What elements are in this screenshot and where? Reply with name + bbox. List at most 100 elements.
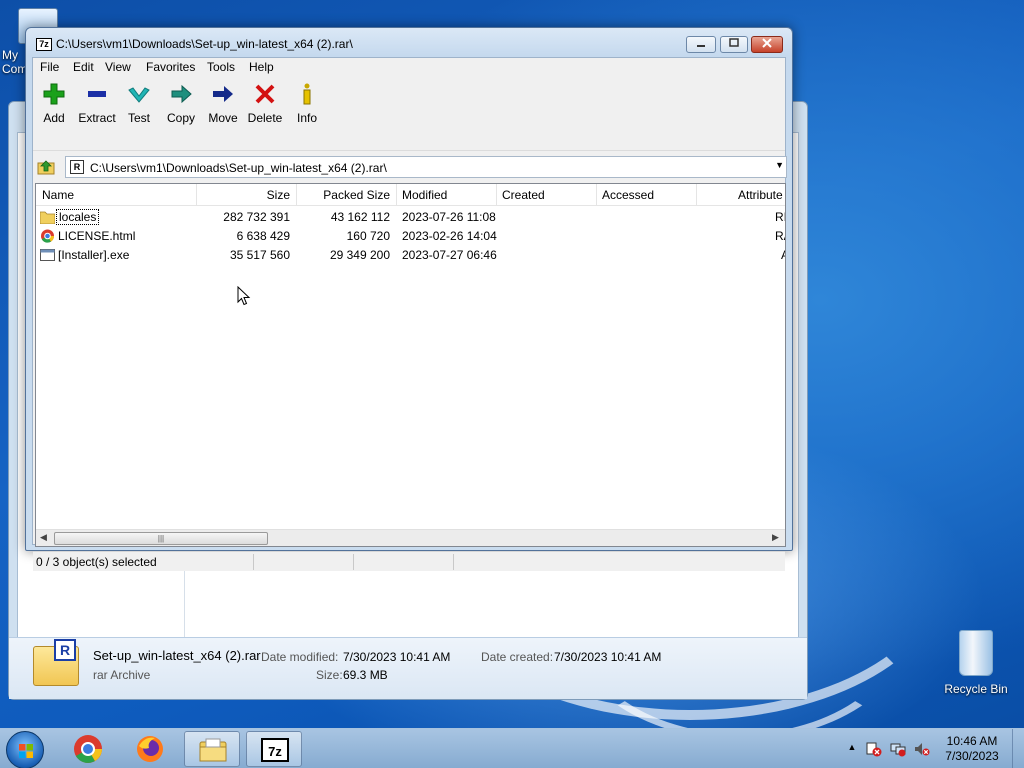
details-file-name: Set-up_win-latest_x64 (2).rar: [93, 648, 261, 663]
file-packed-size: 43 162 112: [330, 210, 390, 224]
svg-text:7z: 7z: [268, 744, 282, 759]
details-date-created: 7/30/2023 10:41 AM: [554, 650, 662, 664]
menu-file[interactable]: File: [40, 60, 59, 74]
rar-archive-icon: R: [33, 639, 79, 686]
extract-label: Extract: [78, 111, 116, 125]
start-button[interactable]: [6, 731, 44, 768]
status-divider: [253, 554, 254, 570]
file-list[interactable]: Name Size Packed Size Modified Created A…: [35, 183, 786, 547]
7zip-app-icon[interactable]: 7z: [36, 38, 52, 51]
horizontal-scrollbar[interactable]: ◀ ||| ▶: [36, 529, 785, 546]
menu-edit[interactable]: Edit: [73, 60, 94, 74]
file-size: 35 517 560: [229, 248, 290, 262]
column-header-created[interactable]: Created: [502, 188, 545, 202]
toolbar: Add Extract Test Copy Move Delete Info: [33, 77, 785, 151]
status-divider: [353, 554, 354, 570]
chrome-icon: [74, 735, 102, 763]
delete-button[interactable]: Delete: [243, 81, 287, 125]
copy-label: Copy: [166, 111, 195, 125]
file-attributes: A: [781, 248, 785, 262]
network-icon[interactable]: [890, 741, 906, 757]
table-row[interactable]: [Installer].exe 35 517 560 29 349 200 20…: [36, 246, 785, 265]
desktop-icon-label: Recycle Bin: [944, 682, 1008, 696]
menu-favorites[interactable]: Favorites: [146, 60, 195, 74]
windows-logo-icon: [19, 744, 33, 758]
column-header-attributes[interactable]: Attribute: [738, 188, 783, 202]
add-button[interactable]: Add: [32, 81, 76, 125]
path-combobox[interactable]: R C:\Users\vm1\Downloads\Set-up_win-late…: [65, 156, 787, 178]
taskbar-chrome[interactable]: [60, 731, 116, 767]
scrollbar-thumb[interactable]: |||: [54, 532, 268, 545]
minimize-icon: [697, 45, 705, 47]
move-label: Move: [208, 111, 238, 125]
move-button[interactable]: Move: [201, 81, 245, 125]
column-header-name[interactable]: Name: [42, 188, 74, 202]
info-button[interactable]: Info: [285, 81, 329, 125]
details-date-created-label: Date created:: [481, 650, 554, 664]
file-modified: 2023-07-27 06:46: [402, 248, 497, 262]
taskbar-7zip[interactable]: 7z: [246, 731, 302, 767]
client-area: File Edit View Favorites Tools Help Add …: [32, 57, 787, 571]
table-row[interactable]: LICENSE.html 6 638 429 160 720 2023-02-2…: [36, 227, 785, 246]
column-divider[interactable]: [596, 184, 597, 206]
close-icon: [762, 38, 772, 48]
7zip-window[interactable]: 7z C:\Users\vm1\Downloads\Set-up_win-lat…: [25, 27, 793, 571]
column-header-modified[interactable]: Modified: [402, 188, 447, 202]
action-center-icon[interactable]: [866, 741, 882, 757]
column-divider[interactable]: [396, 184, 397, 206]
maximize-button[interactable]: [720, 36, 748, 53]
extract-button[interactable]: Extract: [75, 81, 119, 125]
details-date-modified: 7/30/2023 10:41 AM: [343, 650, 451, 664]
menu-help[interactable]: Help: [249, 60, 274, 74]
file-size: 6 638 429: [236, 229, 290, 243]
up-folder-button[interactable]: [37, 158, 57, 176]
desktop-icon-recycle-bin[interactable]: Recycle Bin: [940, 630, 1012, 696]
column-divider[interactable]: [696, 184, 697, 206]
scroll-right-icon[interactable]: ▶: [772, 532, 779, 543]
volume-muted-icon[interactable]: [914, 741, 930, 757]
copy-arrow-icon: [171, 84, 192, 104]
file-name: LICENSE.html: [58, 229, 136, 243]
clock[interactable]: 10:46 AM 7/30/2023: [940, 734, 1004, 764]
column-header-packed-size[interactable]: Packed Size: [316, 188, 390, 202]
details-date-modified-label: Date modified:: [261, 650, 339, 664]
file-name: [Installer].exe: [58, 248, 130, 262]
taskbar-file-explorer[interactable]: [184, 731, 240, 767]
info-label: Info: [296, 111, 317, 125]
show-desktop-button[interactable]: [1012, 729, 1024, 768]
taskbar-firefox[interactable]: [122, 731, 178, 767]
file-explorer-icon: [199, 738, 227, 762]
column-header-size[interactable]: Size: [236, 188, 290, 202]
file-modified: 2023-02-26 14:04: [402, 229, 497, 243]
minus-icon: [88, 91, 106, 97]
column-header-accessed[interactable]: Accessed: [602, 188, 654, 202]
file-packed-size: 160 720: [346, 229, 390, 243]
desktop: My Computer Recycle Bin R Set-up_win-lat…: [0, 0, 1024, 728]
file-packed-size: 29 349 200: [329, 248, 390, 262]
file-size: 282 732 391: [223, 210, 290, 224]
menu-view[interactable]: View: [105, 60, 131, 74]
scroll-left-icon[interactable]: ◀: [40, 532, 47, 543]
x-icon: [255, 84, 275, 104]
file-attributes: RI: [775, 210, 786, 224]
status-bar: 0 / 3 object(s) selected: [33, 551, 785, 571]
details-pane: R Set-up_win-latest_x64 (2).rar rar Arch…: [9, 637, 807, 699]
file-name: locales: [56, 209, 100, 225]
firefox-icon: [137, 736, 163, 762]
menu-tools[interactable]: Tools: [207, 60, 235, 74]
title-bar[interactable]: 7z C:\Users\vm1\Downloads\Set-up_win-lat…: [26, 28, 792, 58]
mouse-cursor-icon: [237, 286, 251, 306]
copy-button[interactable]: Copy: [159, 81, 203, 125]
test-button[interactable]: Test: [117, 81, 161, 125]
check-icon: [128, 87, 150, 103]
column-divider[interactable]: [196, 184, 197, 206]
show-hidden-icons-button[interactable]: ▲: [844, 742, 860, 758]
maximize-icon: [729, 38, 739, 47]
close-button[interactable]: [751, 36, 783, 53]
minimize-button[interactable]: [686, 36, 716, 53]
chevron-down-icon[interactable]: ▼: [775, 160, 784, 170]
table-row[interactable]: locales 282 732 391 43 162 112 2023-07-2…: [36, 208, 786, 227]
column-divider[interactable]: [296, 184, 297, 206]
column-divider[interactable]: [496, 184, 497, 206]
rar-archive-icon: R: [70, 160, 84, 174]
